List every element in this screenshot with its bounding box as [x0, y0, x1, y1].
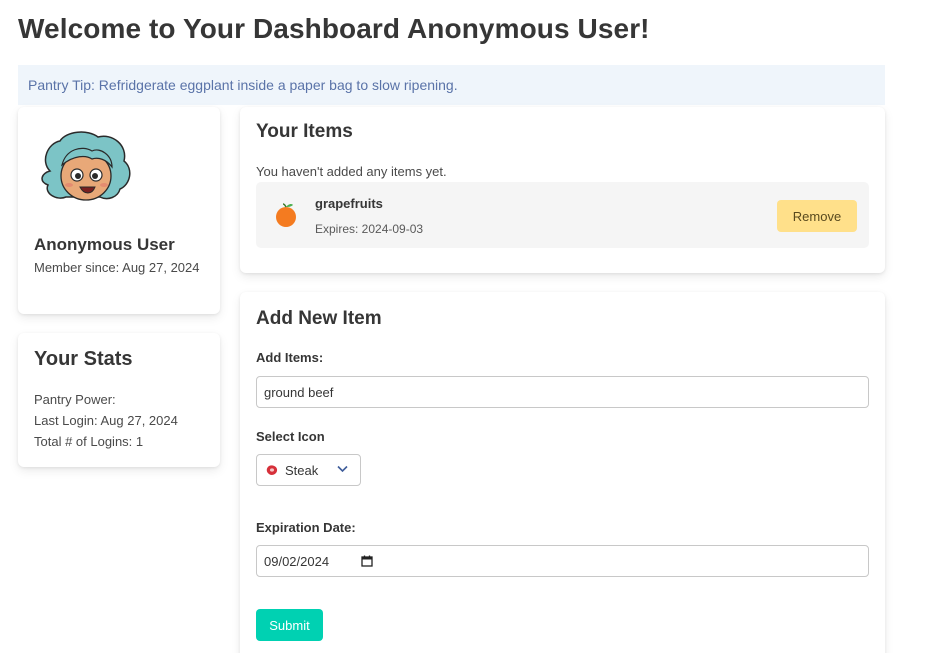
item-expiration: Expires: 2024-09-03 [315, 222, 424, 236]
add-items-input[interactable] [256, 376, 869, 408]
expiration-date-input[interactable]: 09/02/2024 [256, 545, 869, 577]
stat-total-logins: Total # of Logins: 1 [34, 434, 144, 449]
stat-last-login: Last Login: Aug 27, 2024 [34, 413, 178, 428]
list-item: grapefruits Expires: 2024-09-03 Remove [256, 182, 869, 248]
item-name: grapefruits [315, 196, 383, 211]
profile-card: Anonymous User Member since: Aug 27, 202… [18, 107, 220, 314]
icon-select-value: Steak [285, 463, 319, 478]
select-icon-label: Select Icon [256, 429, 325, 444]
remove-button[interactable]: Remove [777, 200, 857, 232]
pantry-tip-banner: Pantry Tip: Refridgerate eggplant inside… [18, 65, 885, 105]
stats-list: Pantry Power: Last Login: Aug 27, 2024 T… [34, 389, 178, 452]
avatar [41, 131, 131, 201]
stats-title: Your Stats [34, 348, 133, 370]
submit-button[interactable]: Submit [256, 609, 323, 641]
chevron-down-icon [337, 465, 348, 473]
items-card: Your Items You haven't added any items y… [240, 107, 885, 273]
add-item-title: Add New Item [256, 308, 382, 329]
page-title: Welcome to Your Dashboard Anonymous User… [18, 13, 650, 44]
member-since: Member since: Aug 27, 2024 [34, 260, 200, 275]
icon-select[interactable]: Steak [256, 454, 361, 486]
orange-fruit-icon [276, 203, 296, 227]
expiration-date-label: Expiration Date: [256, 520, 356, 535]
items-title: Your Items [256, 121, 353, 142]
steak-icon [266, 465, 278, 475]
calendar-icon[interactable] [361, 555, 373, 567]
add-items-label: Add Items: [256, 350, 324, 365]
expiration-date-value: 09/02/2024 [264, 554, 330, 569]
empty-items-message: You haven't added any items yet. [256, 164, 447, 179]
stats-card: Your Stats Pantry Power: Last Login: Aug… [18, 333, 220, 467]
profile-name: Anonymous User [34, 235, 175, 254]
add-item-card: Add New Item Add Items: Select Icon Stea… [240, 292, 885, 653]
stat-pantry-power: Pantry Power: [34, 392, 116, 407]
